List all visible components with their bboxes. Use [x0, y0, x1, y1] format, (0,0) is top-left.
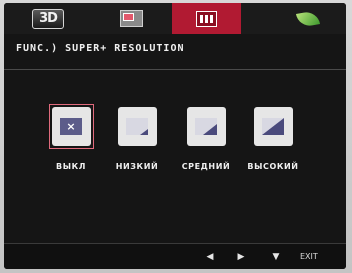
off-glyph: ×: [66, 120, 76, 133]
menu-header: FUNC.) SUPER+ RESOLUTION: [16, 43, 185, 54]
left-arrow-button[interactable]: ◀: [200, 250, 220, 264]
low-level-icon: [126, 118, 148, 135]
option-label: ВЫСОКИЙ: [247, 162, 299, 171]
down-arrow-button[interactable]: ▼: [266, 250, 286, 264]
level-fill: [203, 124, 217, 135]
osd-menu: 3D FUNC.) SUPER+ RESOLUTION × ВЫКЛ НИЗКИ…: [4, 3, 346, 269]
option-tile: [253, 107, 293, 146]
option-label: СРЕДНИЙ: [181, 162, 231, 171]
option-frame: [184, 104, 229, 149]
header-divider: [4, 69, 346, 70]
option-tile: [117, 107, 157, 146]
3d-mode-icon: 3D: [32, 8, 64, 29]
3d-icon-label: 3D: [39, 11, 58, 26]
tab-pip[interactable]: [103, 3, 159, 34]
picture-in-picture-icon: [119, 10, 143, 27]
option-label: НИЗКИЙ: [115, 162, 159, 171]
option-tile: ×: [51, 107, 91, 146]
option-frame: [251, 104, 296, 149]
picture-settings-icon: [196, 10, 217, 27]
tab-picture[interactable]: [172, 3, 241, 34]
option-high[interactable]: ВЫСОКИЙ: [244, 104, 302, 171]
option-label: ВЫКЛ: [56, 162, 86, 171]
option-off[interactable]: × ВЫКЛ: [42, 104, 100, 171]
level-fill: [262, 118, 284, 135]
medium-level-icon: [195, 118, 217, 135]
tab-3d[interactable]: 3D: [20, 3, 76, 34]
exit-button[interactable]: EXIT: [300, 250, 318, 264]
selection-frame: ×: [48, 104, 94, 149]
tab-eco[interactable]: [280, 3, 336, 34]
high-level-icon: [262, 118, 284, 135]
level-fill: [140, 129, 148, 135]
eco-leaf-icon: [295, 9, 321, 28]
option-medium[interactable]: СРЕДНИЙ: [177, 104, 235, 171]
control-bar: ◀ ▶ ▼ EXIT: [4, 243, 346, 269]
option-frame: [115, 104, 160, 149]
off-icon: ×: [60, 118, 82, 135]
menu-tab-bar: 3D: [4, 3, 346, 34]
option-tile: [186, 107, 226, 146]
right-arrow-button[interactable]: ▶: [231, 250, 251, 264]
option-low[interactable]: НИЗКИЙ: [108, 104, 166, 171]
monitor-bezel: 3D FUNC.) SUPER+ RESOLUTION × ВЫКЛ НИЗКИ…: [0, 0, 352, 273]
